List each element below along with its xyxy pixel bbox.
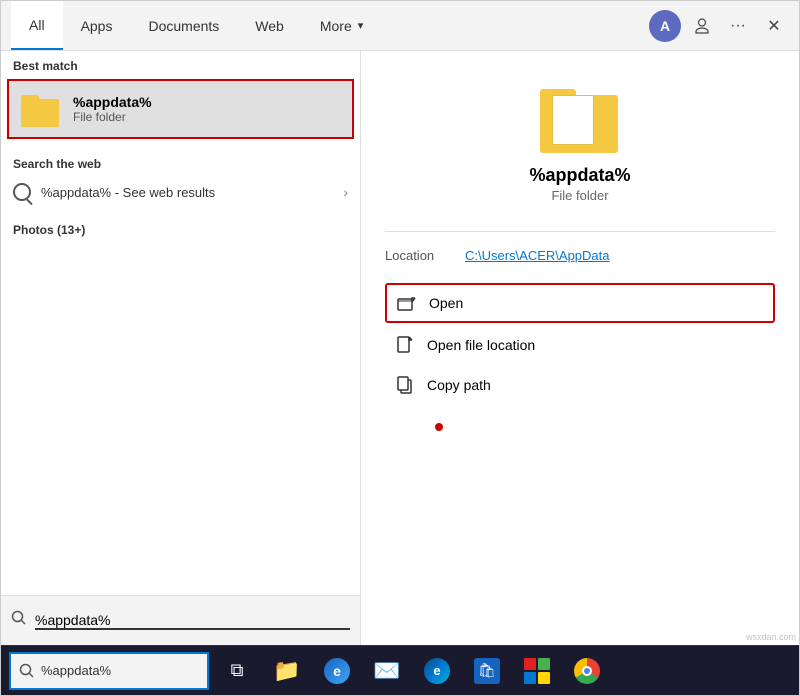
detail-divider <box>385 231 775 232</box>
taskbar-taskview[interactable]: ⧉ <box>215 649 259 693</box>
open-file-location-action[interactable]: Open file location <box>385 327 775 363</box>
taskbar-mail[interactable]: ✉️ <box>365 649 409 693</box>
copy-icon <box>395 375 415 395</box>
taskbar: %appdata% ⧉ 📁 e ✉️ e 🛍 <box>1 645 799 695</box>
tab-documents[interactable]: Documents <box>130 1 237 50</box>
folder-icon <box>21 91 61 127</box>
title-bar: All Apps Documents Web More ▾ A <box>1 1 799 51</box>
open-location-label: Open file location <box>427 337 535 353</box>
folder-paper <box>552 95 594 145</box>
taskbar-search-text: %appdata% <box>41 663 111 678</box>
tab-apps[interactable]: Apps <box>63 1 131 50</box>
open-label: Open <box>429 295 463 311</box>
close-button[interactable]: ✕ <box>759 11 789 41</box>
tab-all[interactable]: All <box>11 1 63 50</box>
store-icon: 🛍 <box>474 658 500 684</box>
search-circle-icon <box>13 183 31 201</box>
taskbar-file-explorer[interactable]: 📁 <box>265 649 309 693</box>
person-icon <box>693 17 711 35</box>
mail-icon: ✉️ <box>373 658 400 684</box>
best-match-label: Best match <box>1 51 360 77</box>
location-value[interactable]: C:\Users\ACER\AppData <box>465 248 610 263</box>
open-icon <box>397 293 417 313</box>
best-match-text: %appdata% File folder <box>73 94 152 124</box>
search-svg-icon <box>11 610 27 626</box>
search-window: All Apps Documents Web More ▾ A <box>0 0 800 696</box>
action-list: Open Open file location <box>385 283 775 403</box>
file-explorer-icon: 📁 <box>273 658 300 684</box>
taskview-icon: ⧉ <box>231 660 244 681</box>
best-match-name: %appdata% <box>73 94 152 110</box>
taskbar-chrome[interactable] <box>565 649 609 693</box>
chevron-right-icon: › <box>343 184 348 200</box>
avatar[interactable]: A <box>649 10 681 42</box>
main-content: Best match %appdata% File folder Search … <box>1 51 799 645</box>
tab-more[interactable]: More ▾ <box>302 1 381 50</box>
red-dot-indicator <box>435 423 443 431</box>
big-folder-icon <box>540 81 620 153</box>
chrome-icon <box>574 658 600 684</box>
search-icon <box>11 610 27 631</box>
detail-icon-area: %appdata% File folder <box>385 81 775 203</box>
best-match-item[interactable]: %appdata% File folder <box>7 79 354 139</box>
location-label: Location <box>385 248 465 263</box>
photos-section: Photos (13+) <box>1 213 360 247</box>
copy-path-action[interactable]: Copy path <box>385 367 775 403</box>
open-action[interactable]: Open <box>385 283 775 323</box>
search-input[interactable] <box>35 612 350 630</box>
web-search-text: %appdata% - See web results <box>41 185 215 200</box>
location-row: Location C:\Users\ACER\AppData <box>385 244 775 267</box>
tab-web[interactable]: Web <box>237 1 302 50</box>
copy-path-label: Copy path <box>427 377 491 393</box>
taskbar-tiles[interactable] <box>515 649 559 693</box>
person-icon-btn[interactable] <box>687 11 717 41</box>
detail-title: %appdata% <box>529 165 630 186</box>
taskbar-search[interactable]: %appdata% <box>9 652 209 690</box>
file-icon <box>396 336 414 354</box>
web-search-section: Search the web %appdata% - See web resul… <box>1 141 360 213</box>
taskbar-search-icon <box>19 663 35 679</box>
detail-subtitle: File folder <box>551 188 608 203</box>
web-search-left: %appdata% - See web results <box>13 183 215 201</box>
search-bar <box>1 595 360 645</box>
web-search-label: Search the web <box>1 149 360 175</box>
left-spacer <box>1 247 360 595</box>
browser-icon: e <box>324 658 350 684</box>
file-location-icon <box>395 335 415 355</box>
red-dot-area <box>385 403 775 463</box>
web-search-item[interactable]: %appdata% - See web results › <box>1 175 360 209</box>
photos-label: Photos (13+) <box>13 223 85 237</box>
taskbar-edge[interactable]: e <box>415 649 459 693</box>
taskbar-store[interactable]: 🛍 <box>465 649 509 693</box>
right-panel: %appdata% File folder Location C:\Users\… <box>361 51 799 645</box>
watermark: wsxdan.com <box>746 632 796 642</box>
tiles-icon <box>524 658 550 684</box>
more-options-btn[interactable]: ··· <box>723 11 753 41</box>
copy-svg-icon <box>396 376 414 394</box>
taskbar-browser[interactable]: e <box>315 649 359 693</box>
title-bar-actions: A ··· ✕ <box>649 10 789 42</box>
open-folder-icon <box>397 294 417 312</box>
left-panel: Best match %appdata% File folder Search … <box>1 51 361 645</box>
best-match-type: File folder <box>73 110 152 124</box>
tab-bar: All Apps Documents Web More ▾ <box>11 1 649 50</box>
edge-icon: e <box>424 658 450 684</box>
